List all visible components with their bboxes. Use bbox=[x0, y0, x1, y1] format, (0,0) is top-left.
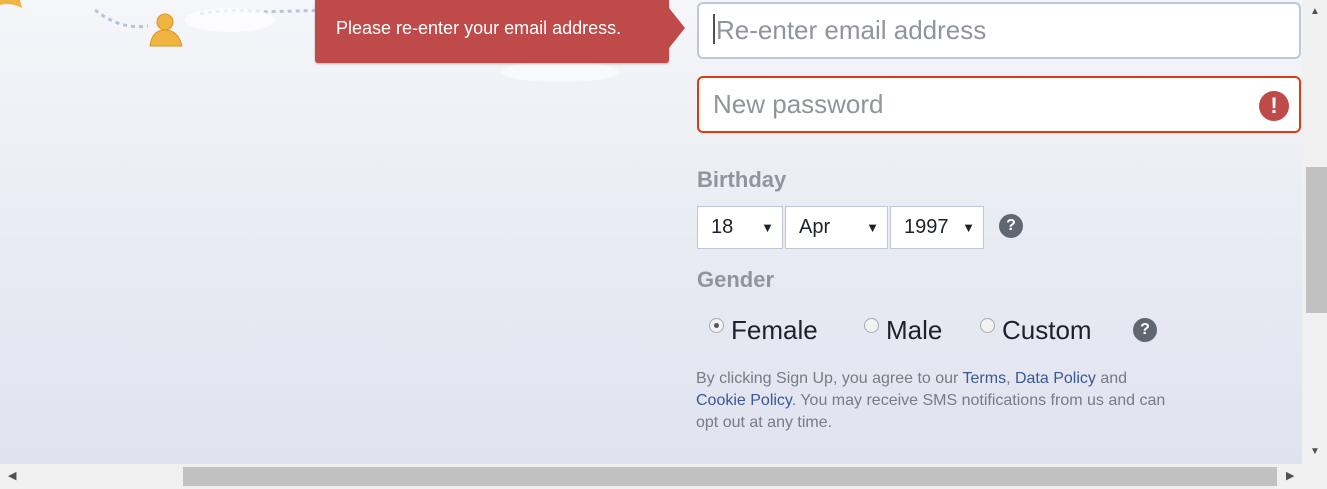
horizontal-scrollbar[interactable]: ◀ ▶ bbox=[0, 464, 1327, 489]
birthday-year-select[interactable]: 1997 ▼ bbox=[890, 206, 984, 249]
tooltip-arrow bbox=[669, 8, 685, 48]
horizontal-scroll-thumb[interactable] bbox=[183, 467, 1277, 486]
scroll-left-arrow-icon[interactable]: ◀ bbox=[8, 469, 16, 482]
scroll-down-arrow-icon[interactable]: ▼ bbox=[1310, 446, 1320, 457]
terms-link[interactable]: Terms bbox=[963, 370, 1007, 387]
month-value: Apr bbox=[799, 216, 831, 238]
birthday-help-question-icon[interactable]: ? bbox=[999, 214, 1023, 238]
birthday-label: Birthday bbox=[697, 167, 787, 192]
text-cursor bbox=[713, 14, 715, 44]
scroll-up-arrow-icon[interactable]: ▲ bbox=[1310, 6, 1320, 17]
vertical-scrollbar[interactable]: ▲ ▼ bbox=[1302, 0, 1327, 464]
male-radio[interactable] bbox=[864, 318, 879, 333]
birthday-month-select[interactable]: Apr ▼ bbox=[785, 206, 888, 249]
gender-label: Gender bbox=[697, 267, 775, 292]
terms-and: and bbox=[1095, 370, 1128, 387]
year-value: 1997 bbox=[904, 216, 949, 238]
day-value: 18 bbox=[711, 216, 734, 238]
vertical-scroll-thumb[interactable] bbox=[1306, 167, 1327, 313]
terms-prefix: By clicking Sign Up, you agree to our bbox=[696, 370, 963, 387]
person-icon bbox=[149, 13, 183, 47]
map-person-icon-left bbox=[0, 0, 22, 8]
birthday-day-select[interactable]: 18 ▼ bbox=[697, 206, 783, 249]
male-label: Male bbox=[886, 315, 943, 345]
chevron-down-icon: ▼ bbox=[866, 220, 879, 235]
custom-radio[interactable] bbox=[980, 318, 995, 333]
new-password-input[interactable]: New password ! bbox=[697, 76, 1301, 133]
chevron-down-icon: ▼ bbox=[761, 220, 774, 235]
new-password-placeholder: New password bbox=[713, 89, 884, 119]
female-label: Female bbox=[731, 315, 818, 345]
gender-option-male[interactable]: Male bbox=[864, 315, 942, 346]
gender-option-female[interactable]: Female bbox=[709, 315, 818, 346]
terms-comma: , bbox=[1006, 370, 1015, 387]
gender-option-custom[interactable]: Custom bbox=[980, 315, 1092, 346]
gender-help-question-icon[interactable]: ? bbox=[1133, 318, 1157, 342]
reenter-email-input[interactable]: Re-enter email address bbox=[697, 2, 1301, 59]
tooltip-message: Please re-enter your email address. bbox=[336, 18, 622, 38]
reenter-email-placeholder: Re-enter email address bbox=[716, 15, 987, 45]
cookie-policy-link[interactable]: Cookie Policy bbox=[696, 392, 792, 409]
custom-label: Custom bbox=[1002, 315, 1092, 345]
data-policy-link[interactable]: Data Policy bbox=[1015, 370, 1096, 387]
exclamation-icon: ! bbox=[1259, 91, 1289, 121]
chevron-down-icon: ▼ bbox=[962, 220, 975, 235]
terms-notice: By clicking Sign Up, you agree to our Te… bbox=[696, 368, 1176, 434]
female-radio[interactable] bbox=[709, 318, 724, 333]
scroll-right-arrow-icon[interactable]: ▶ bbox=[1286, 469, 1294, 482]
email-error-tooltip: Please re-enter your email address. bbox=[315, 0, 669, 63]
